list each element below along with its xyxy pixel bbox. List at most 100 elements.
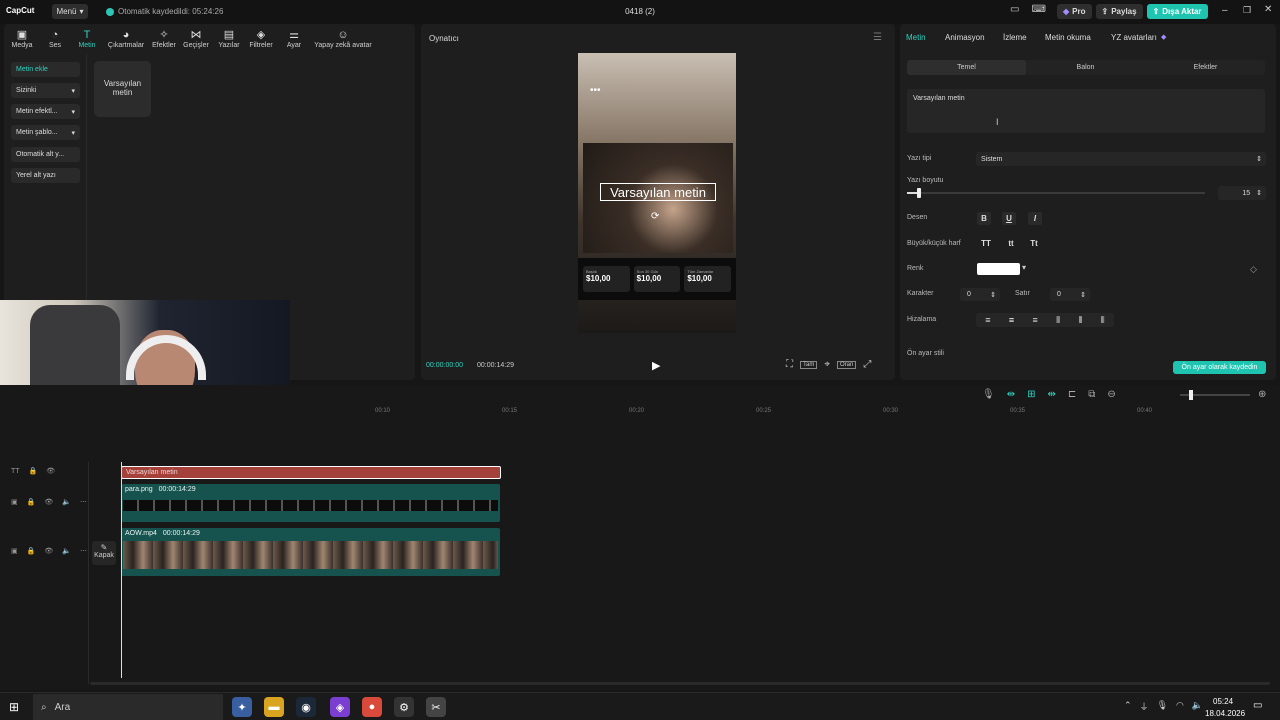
segment-basic[interactable]: Temel [907, 60, 1026, 75]
sidebar-item-text-templates[interactable]: Metin şablo... ▾ [11, 125, 80, 140]
wifi-icon[interactable]: ◠ [1176, 700, 1184, 713]
eye-icon[interactable]: 👁 [46, 467, 55, 475]
play-icon[interactable]: ▶ [652, 359, 660, 372]
video-clip[interactable]: AOW.mp4 00:00:14:29 [121, 528, 500, 576]
close-icon[interactable]: ✕ [1264, 4, 1272, 15]
tab-ai-avatar[interactable]: ☺ Yapay zekâ avatar [312, 28, 374, 49]
zoom-out-icon[interactable]: ⊖ [1107, 389, 1115, 400]
tab-media[interactable]: ▣ Medya [10, 28, 34, 49]
clock-time[interactable]: 05:24 [1213, 697, 1233, 706]
tab-effects[interactable]: ✧ Efektler [150, 28, 178, 49]
tab-captions[interactable]: ▤ Yazılar [216, 28, 242, 49]
usb-icon[interactable]: ⏚ [1140, 700, 1149, 713]
align-bottom-icon[interactable]: ⦀ [1101, 315, 1105, 326]
minimize-icon[interactable]: – [1222, 5, 1228, 16]
file-explorer-icon[interactable]: ▬ [264, 697, 284, 717]
tab-filters[interactable]: ◈ Filtreler [247, 28, 275, 49]
lock-icon[interactable]: 🔒 [27, 498, 36, 506]
share-button[interactable]: ⇪ Paylaş [1095, 4, 1143, 19]
tab-tracking[interactable]: İzleme [1003, 33, 1027, 42]
split-icon[interactable]: ⊏ [1068, 389, 1076, 400]
tab-audio[interactable]: ◔ Ses [45, 28, 65, 49]
size-input[interactable]: 15 ⇕ [1218, 186, 1266, 200]
char-spacing-input[interactable]: 0 ⇕ [960, 288, 1000, 301]
tab-text-props[interactable]: Metin [906, 33, 926, 42]
mic-tray-icon[interactable]: 🎙 [1157, 700, 1168, 713]
layout-icon[interactable]: ▭ [1010, 4, 1019, 15]
focus-icon[interactable]: ⌖ [824, 359, 830, 370]
tab-animation[interactable]: Animasyon [945, 33, 985, 42]
shortcut-icon[interactable]: ⌨ [1031, 4, 1045, 15]
sidebar-item-add-text[interactable]: Metin ekle [11, 62, 80, 77]
save-preset-button[interactable]: Ön ayar olarak kaydedin [1173, 361, 1266, 374]
italic-button[interactable]: I [1028, 212, 1042, 225]
sidebar-item-yours[interactable]: Sizinki ▾ [11, 83, 80, 98]
more-icon[interactable]: ⋯ [80, 547, 87, 555]
lock-icon[interactable]: 🔒 [29, 467, 38, 475]
capcut-taskbar-icon[interactable]: ✂ [426, 697, 446, 717]
ratio-button[interactable]: Oran [836, 360, 857, 369]
zoom-slider[interactable] [1180, 390, 1250, 400]
zoom-in-icon[interactable]: ⊕ [1258, 389, 1266, 400]
sidebar-item-text-effects[interactable]: Metin efektl... ▾ [11, 104, 80, 119]
case-title-button[interactable]: Tt [1027, 237, 1041, 250]
chevron-up-icon[interactable]: ⌃ [1124, 700, 1132, 713]
tab-text[interactable]: T Metin [76, 28, 98, 49]
playhead[interactable] [121, 462, 122, 678]
line-spacing-input[interactable]: 0 ⇕ [1050, 288, 1090, 301]
tab-adjust[interactable]: ⚌ Ayar [283, 28, 305, 49]
mic-icon[interactable]: 🎙 [982, 389, 995, 400]
segment-bubble[interactable]: Balon [1026, 60, 1145, 75]
volume-icon[interactable]: 🔈 [62, 498, 71, 506]
tab-text-to-speech[interactable]: Metin okuma [1045, 33, 1091, 42]
crop-icon[interactable]: ⛶ [786, 359, 793, 370]
windows-start-icon[interactable]: ⊞ [9, 700, 19, 714]
keyframe-icon[interactable]: ◇ [1250, 264, 1257, 275]
cover-button[interactable]: ✎ Kapak [92, 541, 116, 565]
pro-button[interactable]: ◆ Pro [1057, 4, 1092, 19]
case-upper-button[interactable]: TT [979, 237, 993, 250]
snap-icon[interactable]: ⇹ [1047, 389, 1055, 400]
size-slider-thumb[interactable] [917, 188, 921, 198]
fullscreen-icon[interactable]: ⤢ [863, 359, 871, 370]
tab-ai-avatars[interactable]: YZ avatarları [1111, 33, 1157, 42]
tab-stickers[interactable]: ◕ Çıkartmalar [105, 28, 147, 49]
rotate-icon[interactable]: ⟳ [651, 211, 659, 222]
lock-icon[interactable]: 🔒 [27, 547, 36, 555]
magnet-icon[interactable]: ⊞ [1027, 389, 1035, 400]
align-top-icon[interactable]: ⦀ [1056, 315, 1060, 326]
sidebar-item-auto-captions[interactable]: Otomatik alt y... [11, 147, 80, 162]
player-menu-icon[interactable]: ☰ [873, 32, 882, 43]
notification-icon[interactable]: ▭ [1253, 700, 1262, 711]
underline-button[interactable]: U [1002, 212, 1016, 225]
steam-icon[interactable]: ◉ [296, 697, 316, 717]
export-button[interactable]: ⇧ Dışa Aktar [1146, 4, 1208, 19]
text-content-field[interactable]: Varsayılan metin [907, 89, 1265, 133]
messenger-icon[interactable]: ◈ [330, 697, 350, 717]
maximize-icon[interactable]: ❐ [1243, 5, 1251, 16]
align-middle-icon[interactable]: ⦀ [1078, 315, 1082, 326]
png-clip[interactable]: para.png 00:00:14:29 [121, 484, 500, 522]
text-overlay-box[interactable]: Varsayılan metin [600, 183, 716, 201]
more-icon[interactable]: ⋯ [80, 498, 87, 506]
clock-date[interactable]: 18.04.2026 [1205, 709, 1245, 718]
chevron-down-icon[interactable]: ▾ [1022, 263, 1026, 272]
case-lower-button[interactable]: tt [1004, 237, 1018, 250]
timeline-scrollbar[interactable] [90, 682, 1270, 685]
align-left-icon[interactable]: ≡ [985, 315, 990, 325]
full-quality-button[interactable]: Tam [800, 360, 818, 369]
chrome-icon[interactable]: ● [362, 697, 382, 717]
eye-icon[interactable]: 👁 [44, 547, 53, 555]
eye-icon[interactable]: 👁 [44, 498, 53, 506]
zoom-thumb[interactable] [1189, 390, 1193, 400]
tab-transitions[interactable]: ⋈ Geçişler [182, 28, 210, 49]
align-center-icon[interactable]: ≡ [1009, 315, 1014, 325]
size-slider[interactable] [907, 188, 1205, 198]
widgets-icon[interactable]: ✦ [232, 697, 252, 717]
taskbar-search[interactable]: ⌕ Ara [33, 694, 223, 720]
default-text-card[interactable]: Varsayılan metin [94, 61, 151, 117]
volume-tray-icon[interactable]: 🔈 [1192, 700, 1203, 713]
preview-icon[interactable]: ⧉ [1088, 389, 1095, 400]
link-icon[interactable]: ⇹ [1007, 389, 1015, 400]
bold-button[interactable]: B [977, 212, 991, 225]
